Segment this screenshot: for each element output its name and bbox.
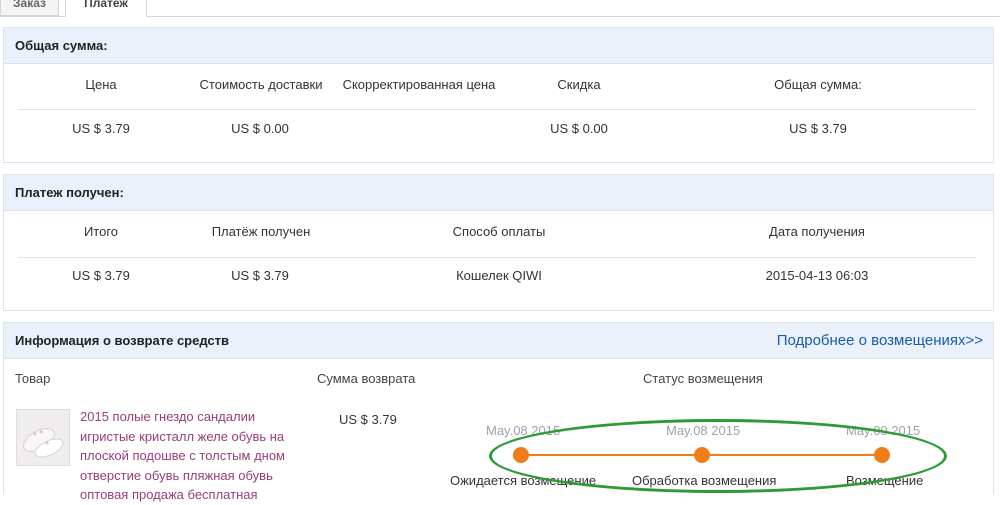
payment-panel-title: Платеж получен: [15,185,124,200]
divider [18,257,976,258]
header-receipt-date: Дата получения [769,224,865,239]
header-refund-amount: Сумма возврата [317,371,416,386]
product-thumbnail[interactable] [16,409,70,466]
tab-payment[interactable]: Платеж [65,0,147,17]
header-discount: Скидка [557,77,601,92]
value-payment-method: Кошелек QIWI [456,268,542,283]
refund-panel: Информация о возврате средств Подробнее … [3,322,994,502]
payment-panel: Платеж получен: Итого Платёж получен Спо… [3,174,994,311]
total-panel: Общая сумма: Цена Стоимость доставки Ско… [3,27,994,163]
sandal-image-icon [17,410,69,465]
header-adjusted-price: Скорректированная цена [342,77,496,92]
value-payment-received: US $ 3.79 [231,268,289,283]
header-shipping: Стоимость доставки [199,77,323,92]
product-name-link[interactable]: 2015 полые гнездо сандалии игристые крис… [80,407,310,505]
refund-amount: US $ 3.79 [339,412,397,427]
divider [18,109,976,110]
tab-order[interactable]: Заказ [0,0,59,16]
refund-details-link[interactable]: Подробнее о возмещениях>> [777,323,983,358]
highlight-annotation [489,419,947,493]
value-receipt-date: 2015-04-13 06:03 [765,268,869,283]
total-panel-title: Общая сумма: [15,38,108,53]
refund-panel-header: Информация о возврате средств Подробнее … [4,323,993,359]
value-price: US $ 3.79 [72,121,130,136]
header-total: Общая сумма: [774,77,862,92]
header-payment-method: Способ оплаты [452,224,546,239]
value-discount: US $ 0.00 [550,121,608,136]
refund-panel-title: Информация о возврате средств [15,333,230,348]
header-payment-received: Платёж получен [211,224,311,239]
value-subtotal: US $ 3.79 [72,268,130,283]
total-panel-header: Общая сумма: [4,28,993,64]
value-total: US $ 3.79 [789,121,847,136]
header-subtotal: Итого [83,224,119,239]
tab-bar: Заказ Платеж [0,0,1000,17]
header-product: Товар [15,371,51,386]
value-shipping: US $ 0.00 [231,121,289,136]
header-price: Цена [85,77,117,92]
payment-panel-header: Платеж получен: [4,175,993,211]
header-refund-status: Статус возмещения [643,371,763,386]
